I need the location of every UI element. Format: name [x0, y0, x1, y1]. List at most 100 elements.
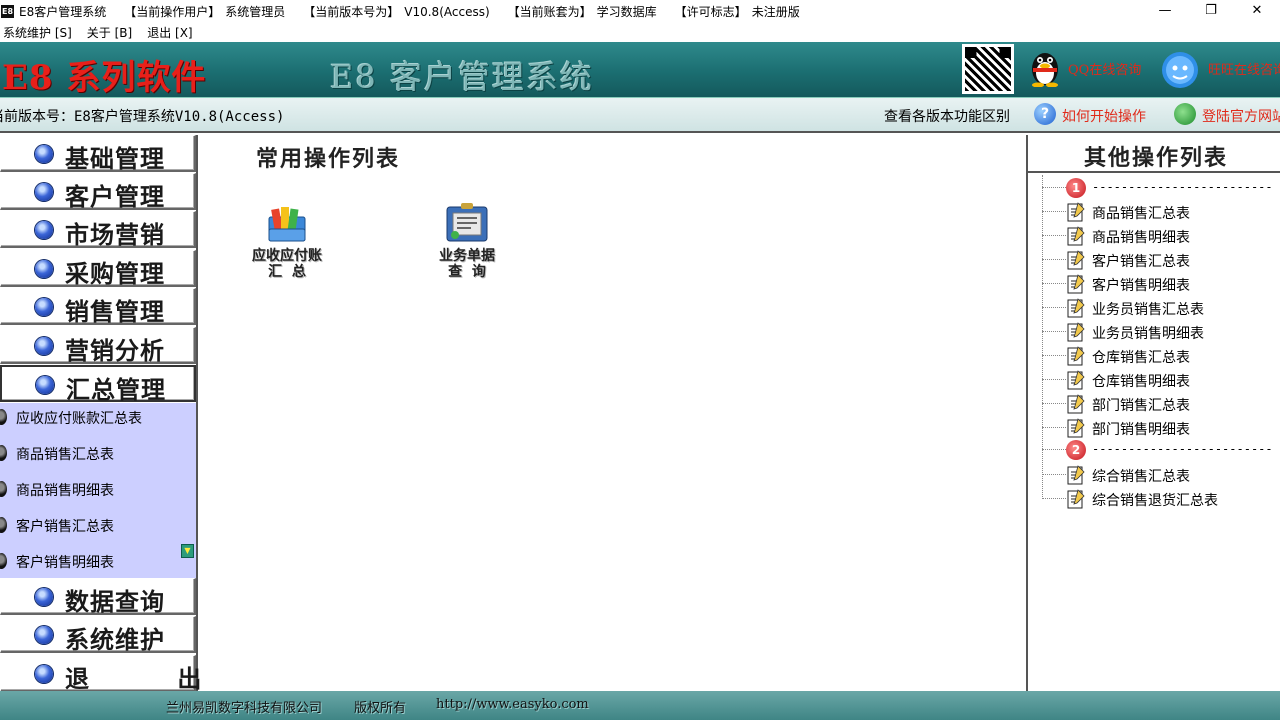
submenu-item[interactable]: 客户销售明细表: [0, 549, 180, 573]
tree-group-2: 2 ----------------------------: [1042, 438, 1278, 462]
app-name: E8客户管理系统: [19, 5, 107, 19]
report-doc-icon: [1067, 226, 1085, 246]
report-doc-icon: [1067, 322, 1085, 342]
nav-sales-management[interactable]: 销售管理: [0, 288, 196, 326]
tree-label: 综合销售汇总表: [1092, 469, 1190, 485]
report-doc-icon: [1067, 298, 1085, 318]
op-receivable-payable-summary[interactable]: 应收应付账 汇 总: [232, 201, 342, 280]
submenu-item[interactable]: 客户销售汇总表: [0, 513, 180, 537]
account-value: 学习数据库: [596, 5, 657, 19]
submenu-item[interactable]: 商品销售明细表: [0, 477, 180, 501]
footer: 兰州易凯数字科技有限公司 版权所有 http://www.easyko.com: [0, 691, 1280, 720]
common-operations-title: 常用操作列表: [256, 146, 401, 172]
version-bar: 当前版本号：E8客户管理系统V10.8(Access) 查看各版本功能区别 ? …: [0, 97, 1280, 133]
minimize-button[interactable]: —: [1142, 0, 1188, 23]
help-question-icon[interactable]: ?: [1034, 103, 1056, 125]
tree-item[interactable]: 部门销售明细表: [1042, 416, 1278, 440]
report-doc-icon: [1067, 274, 1085, 294]
system-title: E8 客户管理系统: [330, 58, 594, 96]
bullet-icon: [0, 445, 7, 461]
nav-purchase-management[interactable]: 采购管理: [0, 250, 196, 288]
tree-label: 客户销售明细表: [1092, 278, 1190, 294]
tree-item[interactable]: 仓库销售明细表: [1042, 368, 1278, 392]
tree-item[interactable]: 客户销售明细表: [1042, 272, 1278, 296]
tree-label: 业务员销售明细表: [1092, 326, 1204, 342]
tree-label: 商品销售汇总表: [1092, 206, 1190, 222]
nav-exit[interactable]: 退 出: [0, 655, 201, 693]
tree-item[interactable]: 商品销售汇总表: [1042, 200, 1278, 224]
report-doc-icon: [1067, 346, 1085, 366]
license-value: 未注册版: [751, 5, 800, 19]
nav-summary-management[interactable]: 汇总管理: [0, 365, 196, 404]
nav-basic-management[interactable]: 基础管理: [0, 135, 196, 173]
tree-item[interactable]: 仓库销售汇总表: [1042, 344, 1278, 368]
left-navigation: 基础管理 客户管理 市场营销 采购管理 销售管理 营销分析 汇总管理 应收应付账…: [0, 135, 201, 693]
tree-item[interactable]: 业务员销售汇总表: [1042, 296, 1278, 320]
tree-group-1: 1 ----------------------------: [1042, 176, 1278, 200]
op-business-document-query[interactable]: 业务单据 查 询: [412, 201, 522, 280]
close-button[interactable]: ✕: [1234, 0, 1280, 23]
window-controls: — ❐ ✕: [1142, 0, 1280, 23]
wangwang-consult-link[interactable]: 旺旺在线咨询: [1208, 59, 1280, 78]
submenu-label: 应收应付账款汇总表: [16, 411, 142, 427]
nav-label: 系统维护: [65, 625, 165, 654]
qq-consult-link[interactable]: QQ在线咨询: [1068, 59, 1141, 78]
tree-item[interactable]: 业务员销售明细表: [1042, 320, 1278, 344]
blue-orb-icon: [35, 260, 53, 278]
menu-system-maintenance[interactable]: 系统维护 [S]: [3, 24, 72, 41]
tree-item[interactable]: 综合销售汇总表: [1042, 463, 1278, 487]
version-diff-link[interactable]: 查看各版本功能区别: [884, 106, 1010, 126]
maximize-button[interactable]: ❐: [1188, 0, 1234, 23]
nav-data-query[interactable]: 数据查询: [0, 578, 196, 616]
nav-system-maintenance[interactable]: 系统维护: [0, 616, 196, 654]
submenu-label: 商品销售汇总表: [16, 447, 114, 463]
nav-marketing[interactable]: 市场营销: [0, 211, 196, 249]
submenu-item[interactable]: 商品销售汇总表: [0, 441, 180, 465]
footer-url[interactable]: http://www.easyko.com: [436, 697, 589, 712]
tree-separator: ----------------------------: [1092, 180, 1272, 194]
tree-item[interactable]: 综合销售退货汇总表: [1042, 487, 1278, 511]
wangwang-icon[interactable]: [1160, 46, 1200, 90]
website-globe-icon[interactable]: [1174, 103, 1196, 125]
tree-label: 部门销售明细表: [1092, 422, 1190, 438]
nav-label: 市场营销: [65, 220, 165, 249]
common-operations-panel: 常用操作列表 应收应付账 汇 总 业务单据 查 询: [200, 135, 1026, 691]
official-website-link[interactable]: 登陆官方网站: [1202, 106, 1280, 126]
blue-orb-icon: [35, 588, 53, 606]
nav-label: 客户管理: [65, 182, 165, 211]
blue-orb-icon: [35, 221, 53, 239]
nav-marketing-analysis[interactable]: 营销分析: [0, 327, 196, 365]
books-icon: [268, 207, 306, 242]
submenu-item[interactable]: 应收应付账款汇总表: [0, 405, 180, 429]
submenu-label: 客户销售汇总表: [16, 519, 114, 535]
footer-company: 兰州易凯数字科技有限公司: [166, 701, 323, 716]
report-doc-icon: [1067, 202, 1085, 222]
other-operations-title: 其他操作列表: [1084, 145, 1229, 171]
blue-orb-icon: [35, 145, 53, 163]
nav-label: 基础管理: [65, 144, 165, 173]
number-1-icon: 1: [1066, 178, 1086, 198]
tree-item[interactable]: 客户销售汇总表: [1042, 248, 1278, 272]
tree-item[interactable]: 部门销售汇总表: [1042, 392, 1278, 416]
tree-label: 综合销售退货汇总表: [1092, 493, 1218, 509]
menu-about[interactable]: 关于 [B]: [87, 24, 132, 41]
bullet-icon: [0, 409, 7, 425]
qq-penguin-icon[interactable]: [1028, 47, 1062, 87]
version-label: 【当前版本号为】: [303, 5, 400, 19]
license-label: 【许可标志】: [674, 5, 747, 19]
tree-label: 客户销售汇总表: [1092, 254, 1190, 270]
scroll-down-icon[interactable]: ▼: [181, 544, 194, 558]
tree-item[interactable]: 商品销售明细表: [1042, 224, 1278, 248]
brand-logo-text: E8 系列软件: [2, 58, 207, 97]
banner: E8 系列软件 E8 客户管理系统 QQ在线咨询 旺旺在线咨询: [0, 42, 1280, 97]
report-doc-icon: [1067, 394, 1085, 414]
nav-customer-management[interactable]: 客户管理: [0, 173, 196, 211]
menu-exit[interactable]: 退出 [X]: [147, 24, 192, 41]
tree-label: 部门销售汇总表: [1092, 398, 1190, 414]
current-version-text: 当前版本号：E8客户管理系统V10.8(Access): [0, 109, 285, 125]
bullet-icon: [0, 481, 7, 497]
tree-label: 商品销售明细表: [1092, 230, 1190, 246]
how-to-start-link[interactable]: 如何开始操作: [1062, 106, 1146, 126]
user-label: 【当前操作用户】: [124, 5, 221, 19]
report-doc-icon: [1067, 489, 1085, 509]
